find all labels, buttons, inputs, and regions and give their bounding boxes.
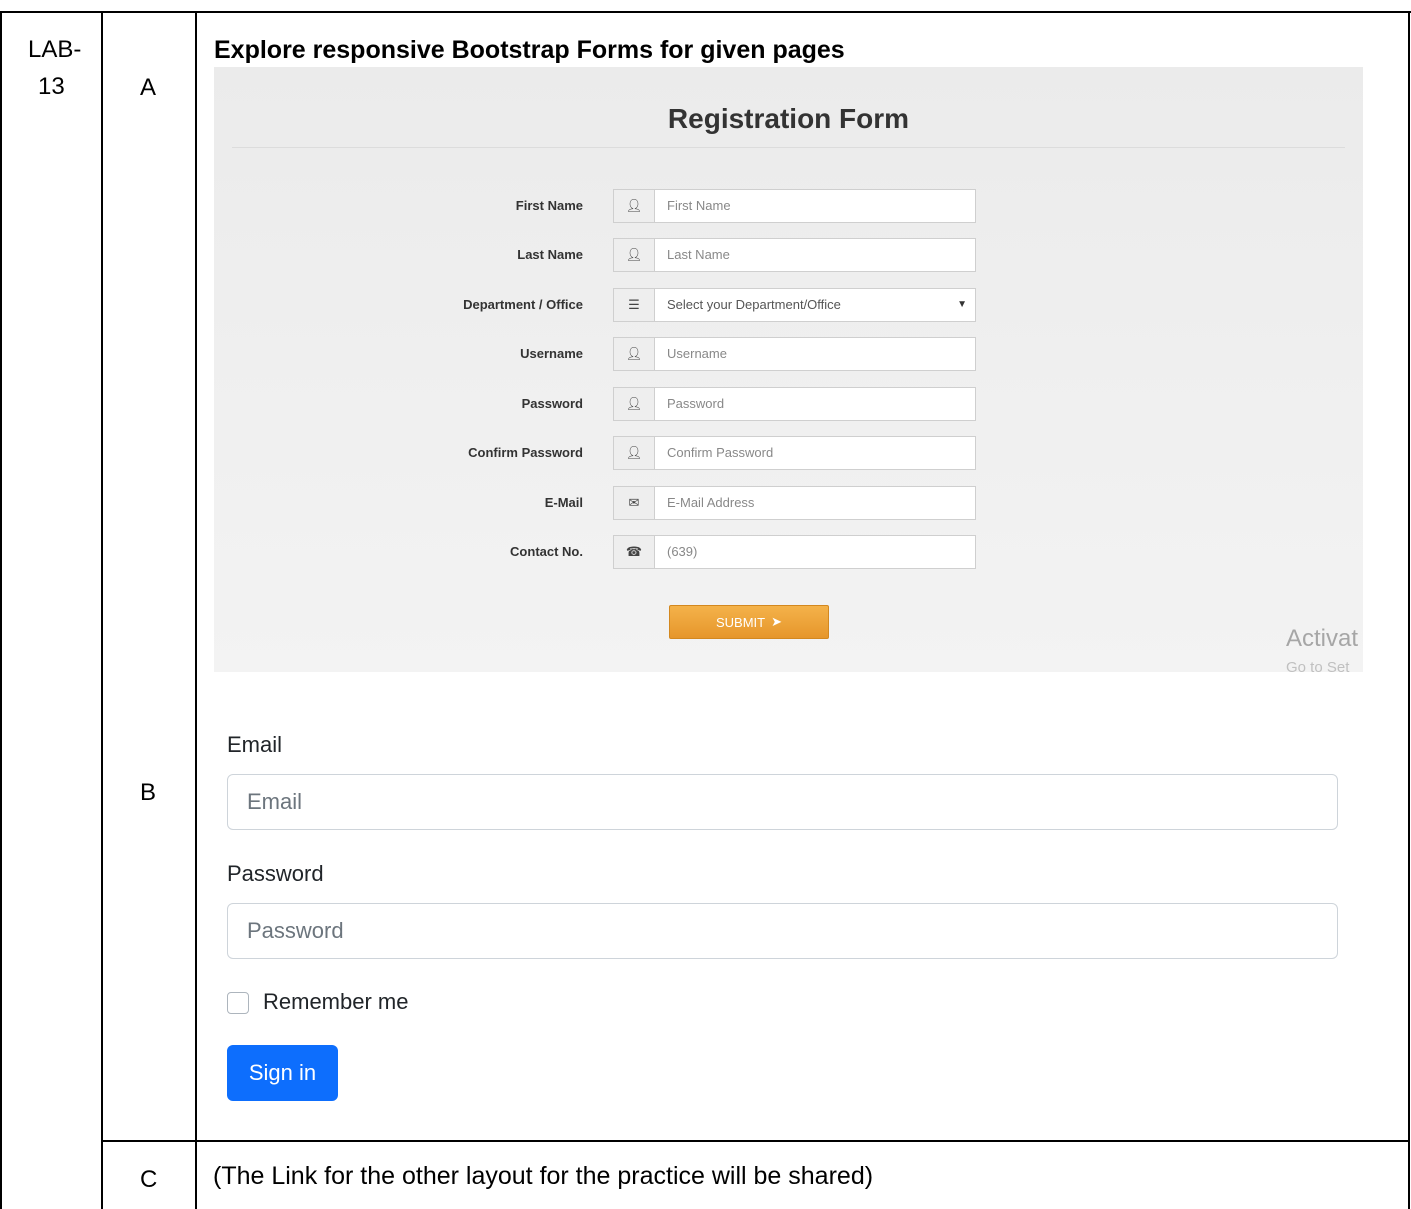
title-divider — [232, 147, 1345, 148]
user-icon: 👤︎ — [613, 387, 655, 421]
section-heading: Explore responsive Bootstrap Forms for g… — [214, 36, 845, 64]
list-icon: ☰ — [613, 288, 655, 322]
table-col-divider-2 — [195, 11, 197, 1209]
windows-activation-watermark-subtext: Go to Set — [1286, 659, 1350, 672]
field-label: Contact No. — [510, 544, 583, 559]
lab-label: LAB- — [28, 36, 82, 63]
form-row-confirm-password: Confirm Password 👤︎ Confirm Password — [214, 436, 976, 470]
form-row-first-name: First Name 👤︎ First Name — [214, 189, 976, 223]
submit-button[interactable]: SUBMIT ➤ — [669, 605, 829, 639]
field-label: E-Mail — [544, 495, 583, 510]
table-right-border — [1408, 11, 1410, 1209]
caret-down-icon: ▼ — [957, 299, 967, 310]
form-row-username: Username 👤︎ Username — [214, 337, 976, 371]
field-label: Username — [520, 346, 583, 361]
form-row-last-name: Last Name 👤︎ Last Name — [214, 238, 976, 272]
form-row-department: Department / Office ☰ Select your Depart… — [214, 288, 976, 322]
confirm-password-input[interactable]: Confirm Password — [654, 436, 976, 470]
first-name-input[interactable]: First Name — [654, 189, 976, 223]
username-input[interactable]: Username — [654, 337, 976, 371]
field-label: Department / Office — [463, 297, 583, 312]
part-a-label: A — [140, 74, 157, 101]
password-input[interactable]: Password — [227, 903, 1338, 959]
user-icon: 👤︎ — [613, 436, 655, 470]
registration-form-title: Registration Form — [667, 103, 910, 134]
form-row-password: Password 👤︎ Password — [214, 387, 976, 421]
email-input[interactable]: Email — [227, 774, 1338, 830]
contact-number-input[interactable]: (639) — [654, 535, 976, 569]
remember-me-label: Remember me — [263, 989, 409, 1014]
windows-activation-watermark: Activat — [1286, 625, 1359, 652]
part-c-label: C — [140, 1166, 158, 1193]
user-icon: 👤︎ — [613, 238, 655, 272]
phone-icon: ☎ — [613, 535, 655, 569]
form-row-contact: Contact No. ☎ (639) — [214, 535, 976, 569]
field-label: Last Name — [517, 247, 583, 262]
email-label: Email — [227, 732, 283, 757]
department-select[interactable]: Select your Department/Office ▼ — [654, 288, 976, 322]
last-name-input[interactable]: Last Name — [654, 238, 976, 272]
lab-number: 13 — [38, 73, 65, 100]
field-label: Password — [521, 396, 583, 411]
remember-me-checkbox[interactable] — [227, 992, 249, 1014]
table-left-border — [0, 11, 2, 1209]
part-c-text: (The Link for the other layout for the p… — [213, 1162, 874, 1190]
submit-label: SUBMIT — [715, 614, 766, 630]
user-icon: 👤︎ — [613, 189, 655, 223]
field-label: First Name — [515, 198, 583, 213]
table-top-border — [0, 11, 1411, 13]
part-b-label: B — [140, 779, 157, 806]
user-icon: 👤︎ — [613, 337, 655, 371]
registration-form-screenshot: Registration Form First Name 👤︎ First Na… — [214, 67, 1363, 672]
sign-in-button[interactable]: Sign in — [227, 1045, 338, 1101]
send-icon: ➤ — [771, 614, 783, 629]
password-input[interactable]: Password — [654, 387, 976, 421]
envelope-icon: ✉ — [613, 486, 655, 520]
password-label: Password — [227, 861, 324, 886]
select-value: Select your Department/Office — [667, 297, 841, 312]
table-col-divider-1 — [101, 11, 103, 1209]
email-address-input[interactable]: E-Mail Address — [654, 486, 976, 520]
field-label: Confirm Password — [468, 445, 583, 460]
table-row-divider — [101, 1140, 1410, 1142]
form-row-email: E-Mail ✉ E-Mail Address — [214, 486, 976, 520]
